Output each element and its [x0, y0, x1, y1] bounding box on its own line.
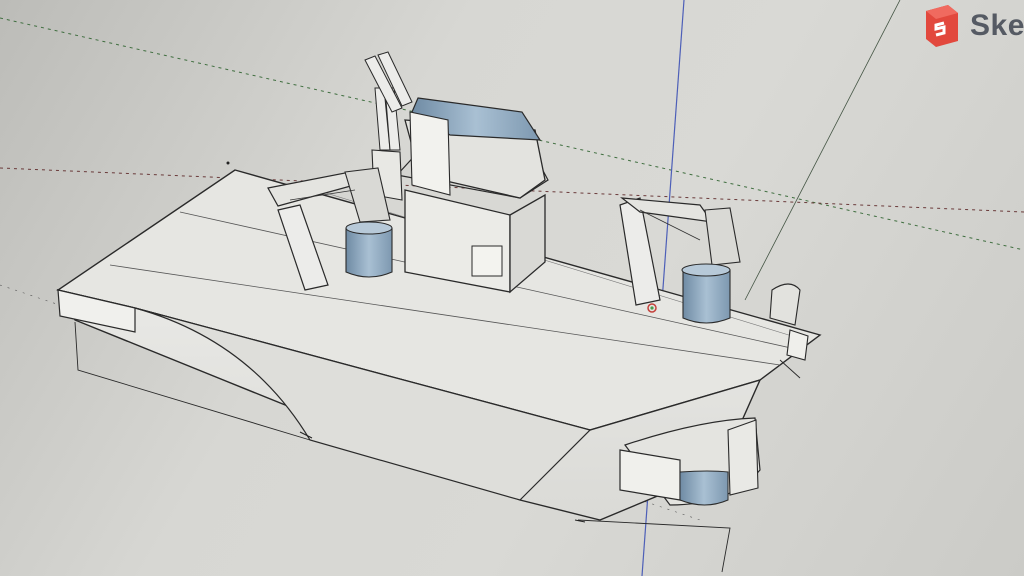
app-logo: Ske	[922, 4, 1024, 48]
model-scene[interactable]	[0, 0, 1024, 576]
modeling-viewport[interactable]: Ske	[0, 0, 1024, 576]
housing-window	[471, 245, 503, 277]
app-logo-text: Ske	[970, 9, 1024, 42]
sketchup-logo-icon	[926, 5, 958, 47]
green-axis-solid	[744, 0, 901, 301]
